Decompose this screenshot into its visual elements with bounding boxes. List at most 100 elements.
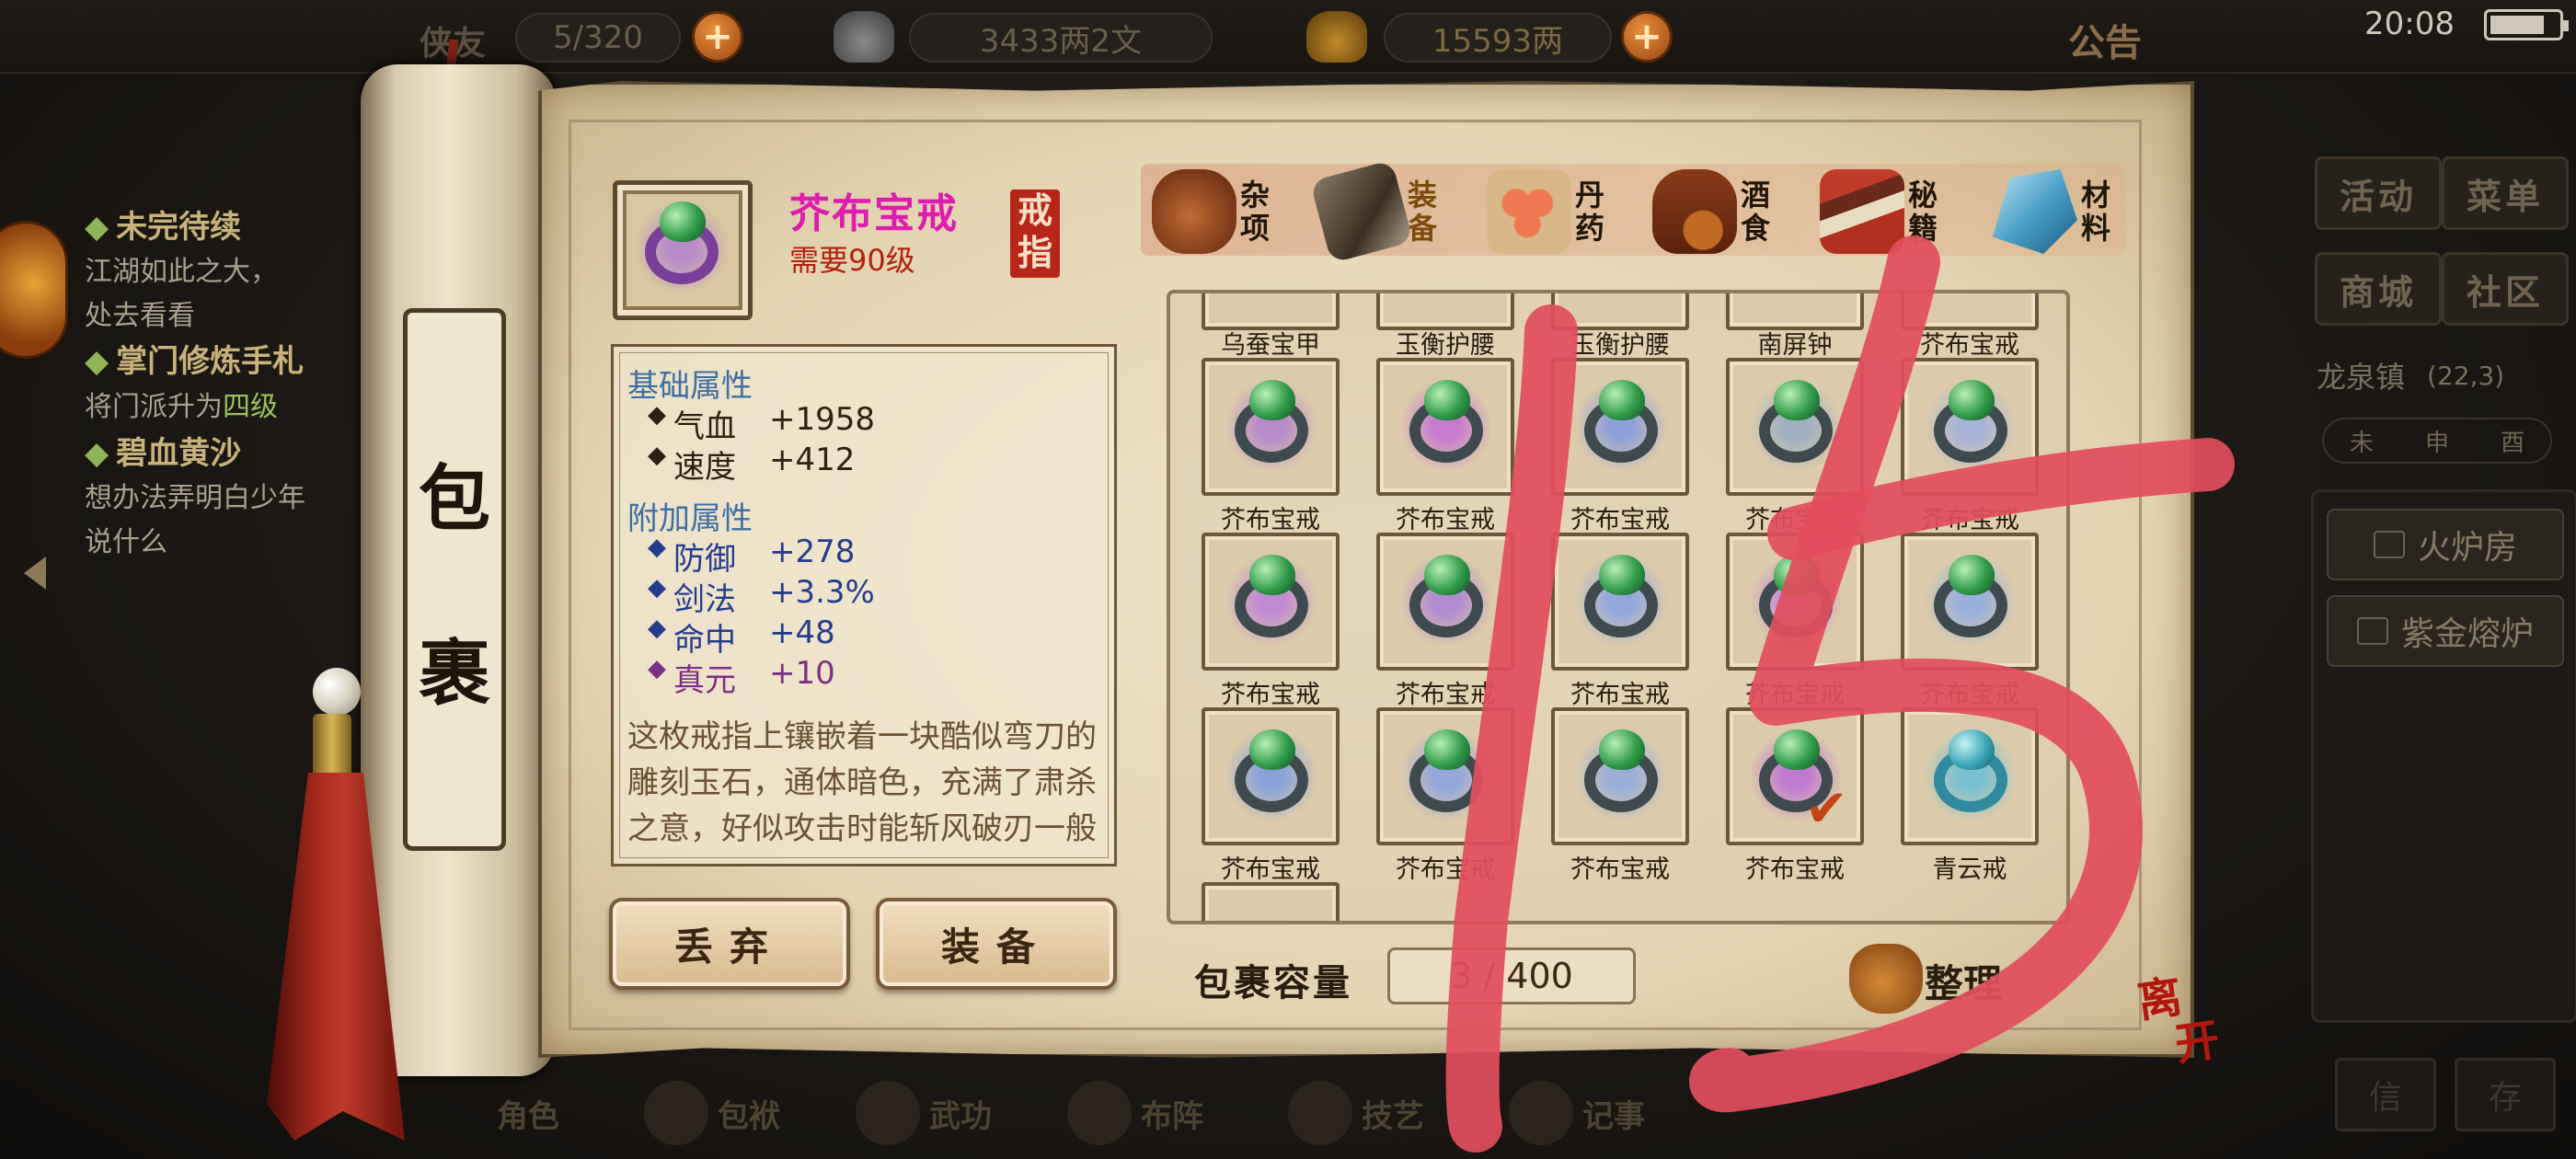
item-label: 芥布宝戒 [1396, 855, 1495, 884]
leave-button[interactable]: 离开 [2134, 965, 2250, 1088]
nav-character[interactable]: 角色 [497, 1072, 559, 1154]
check-icon: ✔ [1805, 779, 1848, 839]
attribute-row: ◆ 气血 +1958 [648, 401, 876, 445]
capacity-label: 包裹容量 [1194, 962, 1352, 1004]
inventory-slot[interactable] [1901, 533, 2039, 671]
inventory-slot[interactable] [1202, 882, 1340, 921]
facility-item[interactable]: 紫金熔炉 [2327, 595, 2564, 667]
selected-item-slot [613, 180, 753, 320]
ring-icon [1400, 555, 1492, 647]
ring-icon [1400, 380, 1492, 472]
crystal-icon [1993, 169, 2077, 254]
attribute-row: ◆ 防御 +278 [648, 534, 856, 578]
pot-icon [1288, 1081, 1352, 1145]
ring-icon [1750, 380, 1842, 472]
tab-equipment[interactable]: 装备 [1309, 156, 1441, 267]
item-label: 芥布宝戒 [1920, 681, 2019, 709]
jade-bead [313, 668, 361, 716]
item-label: 玉衡护腰 [1396, 331, 1495, 360]
item-label: 芥布宝戒 [1396, 506, 1495, 534]
ring-icon [1225, 555, 1317, 647]
scroll-title-top: 包 [418, 457, 490, 541]
item-label: 芥布宝戒 [1570, 855, 1670, 884]
ring-icon [1925, 555, 2017, 647]
inventory-slot[interactable] [1726, 533, 1864, 671]
level-requirement: 需要90级 [789, 243, 915, 278]
equipment-icon [1309, 159, 1414, 264]
activity-button[interactable]: 活动 [2315, 156, 2442, 230]
item-description: 这枚戒指上镶嵌着一块酷似弯刀的雕刻玉石，通体暗色，充满了肃杀之意，好似攻击时能斩… [627, 718, 1097, 847]
time-dial: 未申酉 [2322, 418, 2552, 464]
item-label: 乌蚕宝甲 [1221, 331, 1320, 360]
item-label: 青云戒 [1932, 855, 2007, 884]
extra-attributes-header: 附加属性 [627, 500, 753, 537]
scroll-title-panel [403, 308, 506, 851]
ring-icon [1225, 729, 1317, 821]
gold-ingot-icon [1306, 11, 1367, 63]
mail-button[interactable]: 信 [2335, 1058, 2436, 1131]
inventory-slot[interactable] [1202, 533, 1340, 671]
category-tab-bar [1141, 164, 2125, 256]
save-button[interactable]: 存 [2455, 1058, 2556, 1131]
add-gold-button[interactable]: + [1621, 11, 1673, 63]
sort-button[interactable]: 整理 [1925, 953, 2002, 1009]
item-label: 芥布宝戒 [1570, 506, 1670, 534]
gold-amount: 15593两 [1384, 13, 1612, 63]
nav-martial-arts[interactable]: 武功 [856, 1072, 992, 1154]
inventory-grid: 乌蚕宝甲 玉衡护腰 玉衡护腰 南屏钟 芥布宝戒 芥布宝戒 芥布宝戒 芥布宝戒 芥布宝戒 芥布宝戒芥… [1167, 290, 2070, 924]
notice-button[interactable]: 公告 [2068, 13, 2179, 64]
nav-journal[interactable]: 记事 [1509, 1072, 1645, 1154]
inventory-slot[interactable]: ✔ [1726, 707, 1864, 845]
inventory-slot[interactable] [1376, 358, 1514, 496]
npc-icon [2356, 617, 2388, 645]
inventory-slot[interactable] [1901, 358, 2039, 496]
item-label: 芥布宝戒 [1221, 855, 1320, 884]
money-bag-icon[interactable] [1849, 944, 1923, 1014]
inventory-slot[interactable] [1551, 533, 1689, 671]
item-label: 芥布宝戒 [1745, 506, 1845, 534]
house-icon [2373, 531, 2405, 558]
pill-icon [1487, 169, 1571, 254]
nav-formation[interactable]: 布阵 [1067, 1072, 1203, 1154]
location-display: 龙泉镇 (22,3) [2317, 360, 2505, 395]
ring-icon [1225, 380, 1317, 472]
inventory-slot[interactable] [1202, 707, 1340, 845]
tab-wine-food[interactable]: 酒食 [1652, 156, 1774, 267]
inventory-slot[interactable] [1551, 358, 1689, 496]
brush-icon [1509, 1081, 1573, 1145]
item-label: 芥布宝戒 [1221, 506, 1320, 534]
inventory-slot[interactable] [1901, 707, 2039, 845]
item-name: 芥布宝戒 [789, 190, 959, 237]
inventory-slot[interactable] [1726, 358, 1864, 496]
add-friends-button[interactable]: + [692, 11, 743, 63]
equip-button[interactable]: 装备 [876, 898, 1117, 990]
collapse-arrow-icon[interactable] [24, 557, 46, 590]
tab-misc[interactable]: 杂项 [1152, 156, 1273, 267]
shop-button[interactable]: 商城 [2315, 252, 2442, 326]
attribute-row: ◆ 速度 +412 [648, 442, 856, 486]
ring-icon [636, 201, 728, 293]
inventory-slot[interactable] [1551, 707, 1689, 845]
facility-item[interactable]: 火炉房 [2327, 509, 2564, 580]
jar-icon [1152, 169, 1236, 254]
friends-count: 5/320 [515, 13, 681, 63]
nav-bag[interactable]: 包袱 [644, 1072, 780, 1154]
tab-materials[interactable]: 材料 [1993, 156, 2114, 267]
nav-skills[interactable]: 技艺 [1288, 1072, 1424, 1154]
book-icon [1820, 169, 1904, 254]
silver-ingot-icon [834, 11, 894, 63]
inventory-slot[interactable] [1376, 707, 1514, 845]
inventory-slot[interactable] [1376, 533, 1514, 671]
tab-manuals[interactable]: 秘籍 [1820, 156, 1941, 267]
tassel-knot [313, 714, 351, 778]
inventory-slot[interactable] [1202, 358, 1340, 496]
discard-button[interactable]: 丢弃 [609, 898, 850, 990]
item-label: 玉衡护腰 [1570, 331, 1670, 360]
battery-icon [2484, 9, 2569, 40]
menu-button[interactable]: 菜单 [2442, 156, 2569, 230]
clock: 20:08 [2364, 6, 2455, 42]
scroll-title-bottom: 裹 [418, 632, 490, 716]
community-button[interactable]: 社区 [2442, 252, 2569, 326]
tab-pills[interactable]: 丹药 [1487, 156, 1608, 267]
item-label: 芥布宝戒 [1920, 506, 2019, 534]
